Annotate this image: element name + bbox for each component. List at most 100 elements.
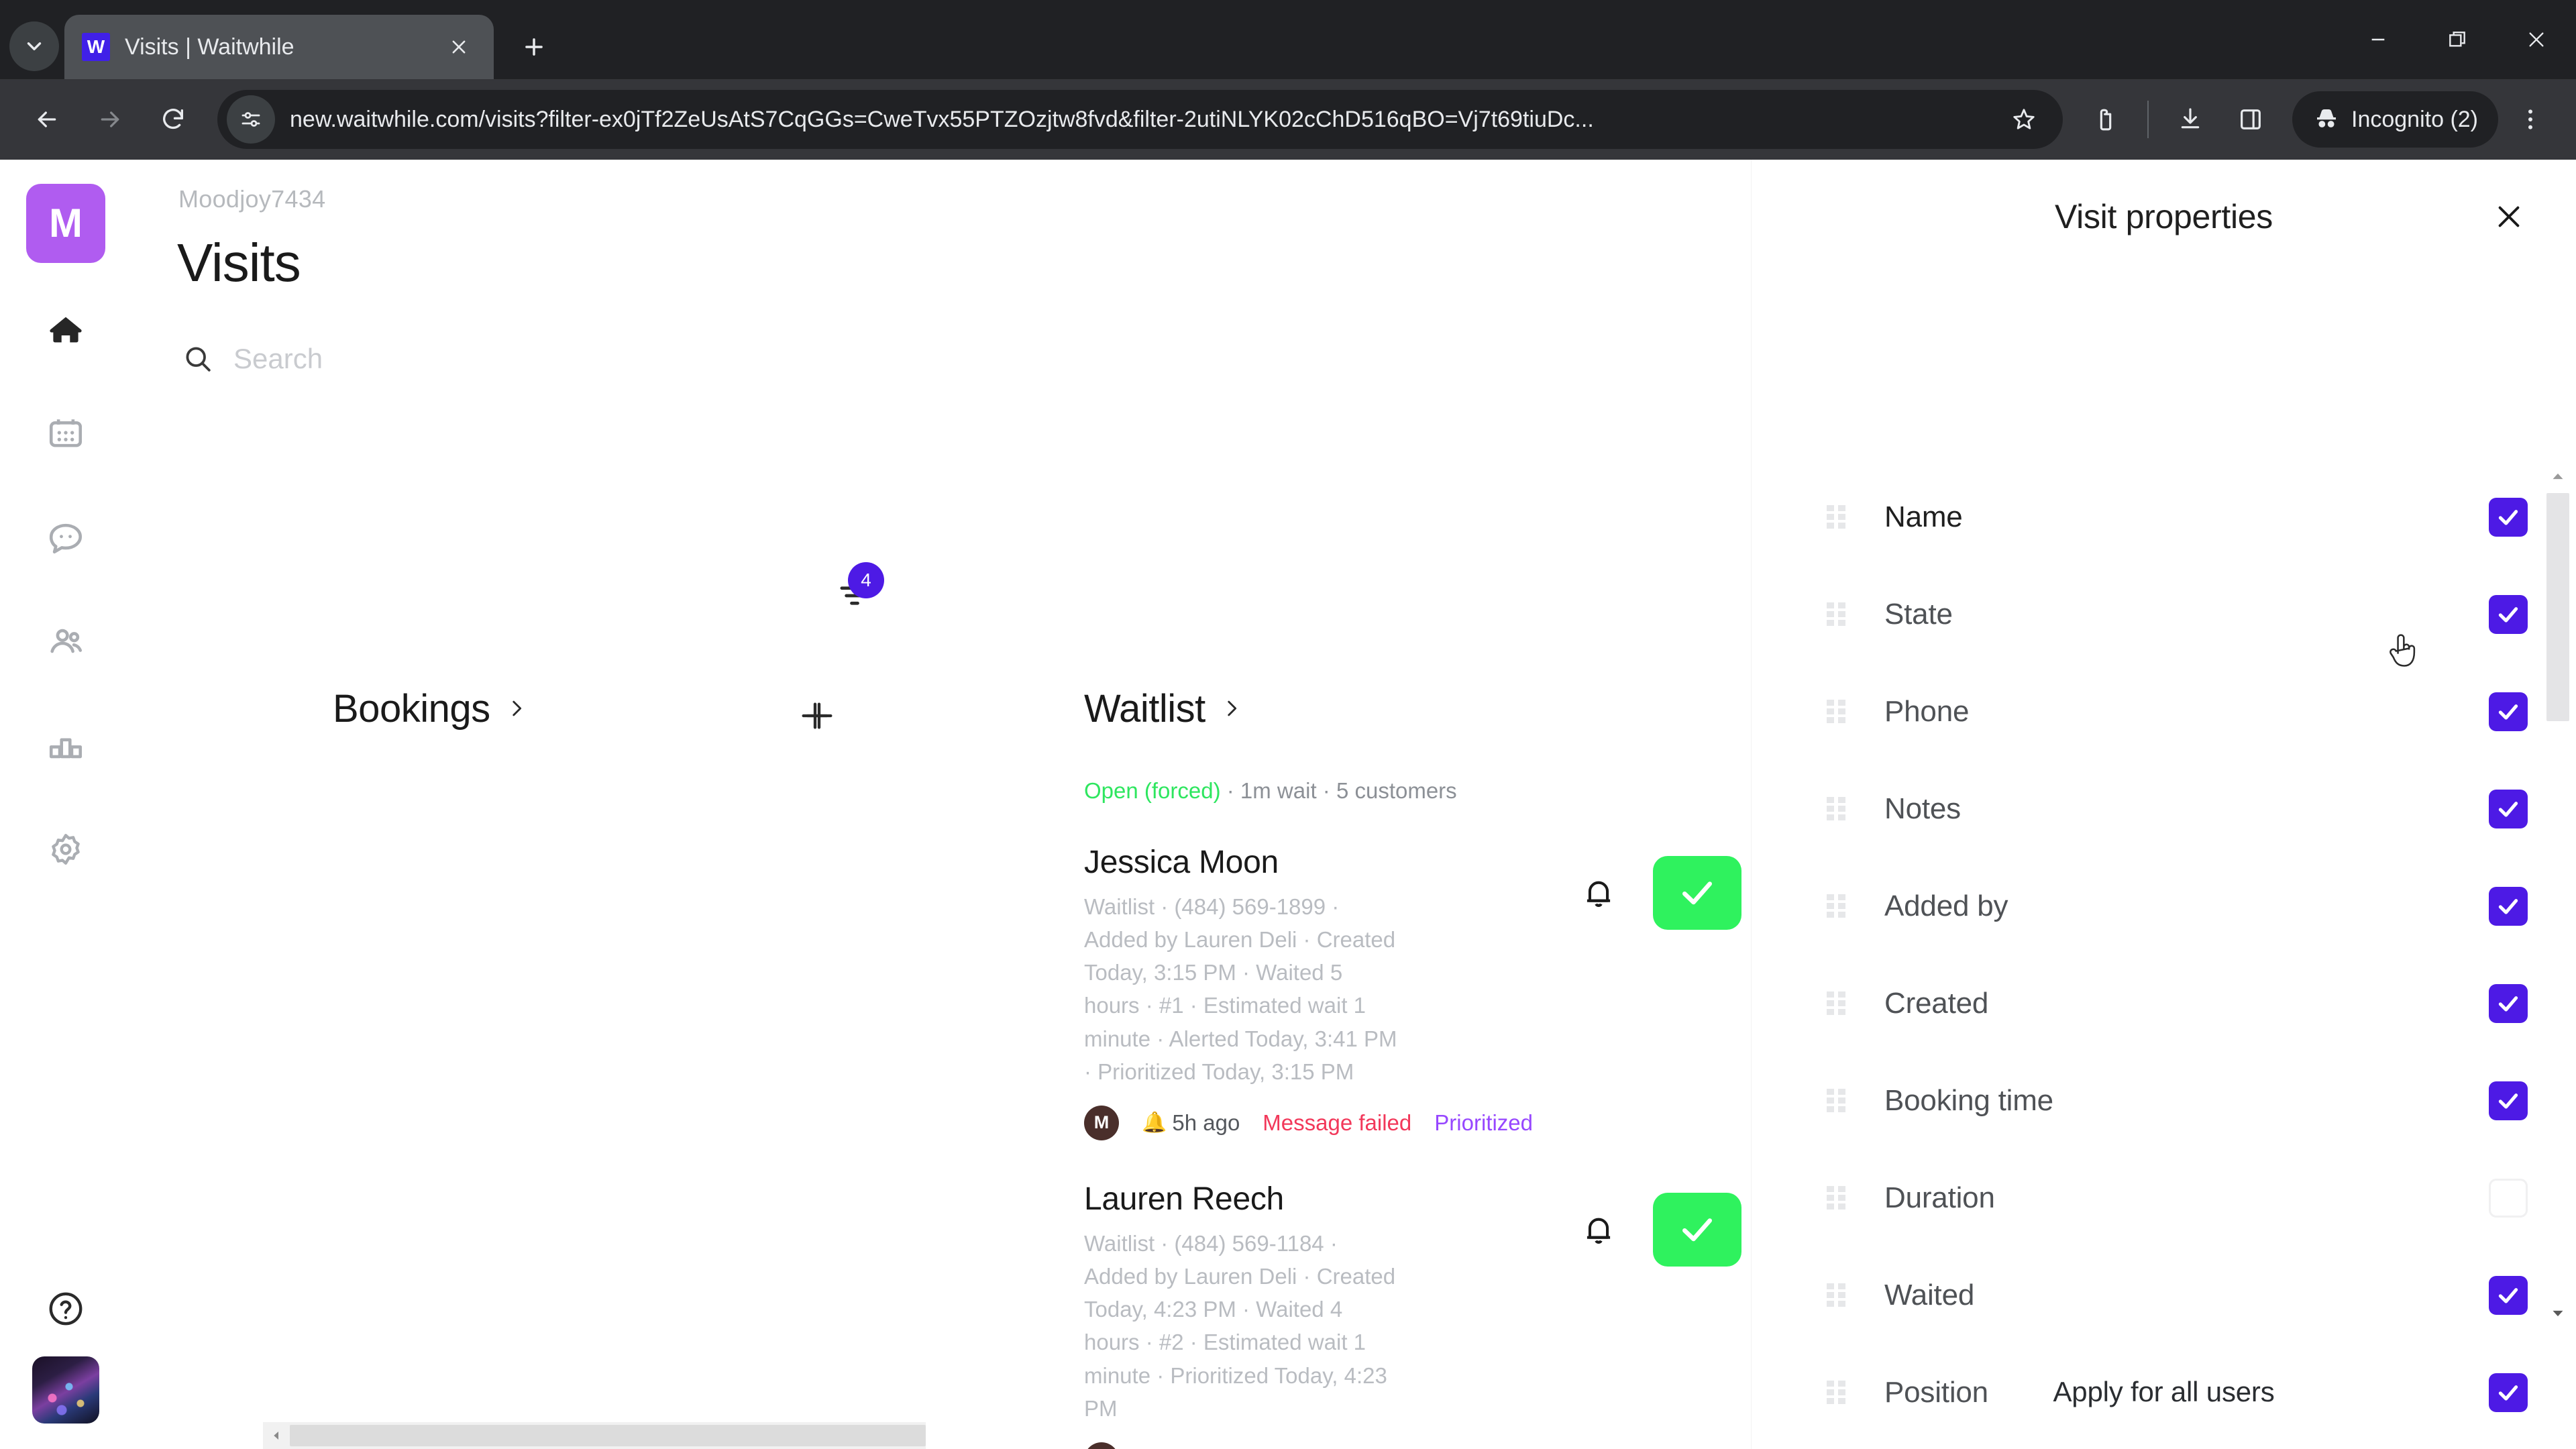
property-checkbox[interactable] xyxy=(2489,886,2528,926)
site-settings-button[interactable] xyxy=(227,95,275,144)
property-checkbox[interactable] xyxy=(2489,692,2528,731)
waitlist-title-link[interactable]: Waitlist xyxy=(1084,686,1243,731)
scroll-left-button[interactable] xyxy=(263,1422,290,1449)
address-bar[interactable]: new.waitwhile.com/visits?filter-ex0jTf2Z… xyxy=(217,90,2063,149)
drag-handle-icon[interactable] xyxy=(1827,505,1851,529)
drag-handle-icon[interactable] xyxy=(1827,991,1851,1015)
tab-close-button[interactable] xyxy=(441,30,476,64)
panel-footer: Apply for all users xyxy=(1752,1335,2576,1449)
panel-close-button[interactable] xyxy=(2483,191,2534,242)
property-row[interactable]: State xyxy=(1827,566,2536,663)
browser-tab[interactable]: W Visits | Waitwhile xyxy=(64,15,494,79)
sidebar-item-help[interactable] xyxy=(40,1283,92,1335)
check-icon xyxy=(2498,1093,2518,1109)
check-icon xyxy=(2498,996,2518,1012)
back-button[interactable] xyxy=(17,90,76,149)
workspace-logo[interactable]: M xyxy=(26,184,105,263)
tab-strip: W Visits | Waitwhile xyxy=(0,0,2576,79)
property-label: Created xyxy=(1884,986,1989,1020)
property-checkbox[interactable] xyxy=(2489,1275,2528,1315)
sidebar-item-analytics[interactable] xyxy=(29,708,103,782)
main-content: Moodjoy7434 Visits 4 Bookings xyxy=(131,160,1751,1449)
sidebar-item-customers[interactable] xyxy=(29,604,103,678)
scroll-up-button[interactable] xyxy=(2546,465,2569,488)
property-row[interactable]: Notes xyxy=(1827,760,2536,857)
arrow-right-icon xyxy=(101,111,119,127)
sidebar-item-settings[interactable] xyxy=(29,812,103,886)
horizontal-scrollbar[interactable] xyxy=(263,1422,926,1449)
side-panel-icon xyxy=(2241,109,2261,129)
property-checkbox[interactable] xyxy=(2489,497,2528,537)
panel-scrollbar[interactable] xyxy=(2546,465,2569,1325)
drag-handle-icon[interactable] xyxy=(1827,894,1851,918)
search-input[interactable] xyxy=(233,343,649,375)
app-sidebar: M xyxy=(0,160,131,1449)
check-icon xyxy=(2498,801,2518,817)
minimize-button[interactable] xyxy=(2339,0,2418,79)
notify-button[interactable] xyxy=(1570,1201,1627,1258)
user-avatar[interactable] xyxy=(32,1356,99,1424)
drag-handle-icon[interactable] xyxy=(1827,1089,1851,1112)
notify-button[interactable] xyxy=(1570,864,1627,922)
downloads-button[interactable] xyxy=(2162,91,2218,148)
apply-for-all-users-button[interactable]: Apply for all users xyxy=(2053,1376,2274,1408)
bookmark-button[interactable] xyxy=(2001,97,2047,142)
drag-handle-icon[interactable] xyxy=(1827,602,1851,626)
sidebar-item-calendar[interactable] xyxy=(29,396,103,470)
forward-button[interactable] xyxy=(80,90,140,149)
property-checkbox[interactable] xyxy=(2489,1178,2528,1218)
add-waitlist-button[interactable] xyxy=(792,692,839,739)
panel-scroll-track[interactable] xyxy=(2546,488,2569,1302)
gear-icon xyxy=(52,834,80,865)
bookings-header: Bookings xyxy=(333,676,957,741)
incognito-icon xyxy=(2317,109,2336,127)
serve-visit-button[interactable] xyxy=(1653,1192,1741,1267)
scroll-thumb[interactable] xyxy=(290,1425,926,1446)
favicon-letter: W xyxy=(87,36,105,57)
property-row[interactable]: Name xyxy=(1827,468,2536,566)
people-icon xyxy=(50,629,83,653)
sidebar-item-messages[interactable] xyxy=(29,500,103,574)
property-row[interactable]: Waited xyxy=(1827,1246,2536,1344)
property-row[interactable]: Booking time xyxy=(1827,1052,2536,1149)
drag-handle-icon[interactable] xyxy=(1827,1186,1851,1210)
property-checkbox[interactable] xyxy=(2489,1081,2528,1120)
panel-scroll-thumb[interactable] xyxy=(2546,493,2569,721)
drag-handle-icon[interactable] xyxy=(1827,700,1851,723)
properties-list: Name State Phone Notes Added by Created Bookin… xyxy=(1752,468,2576,1412)
incognito-profile-button[interactable]: Incognito (2) xyxy=(2292,91,2498,148)
side-panel-button[interactable] xyxy=(2222,91,2279,148)
drag-handle-icon[interactable] xyxy=(1827,797,1851,820)
visit-card[interactable]: Jessica Moon Waitlist · (484) 569-1899 ·… xyxy=(1084,844,1741,1140)
waitlist-title: Waitlist xyxy=(1084,686,1205,731)
scroll-track[interactable] xyxy=(290,1422,926,1449)
extensions-button[interactable] xyxy=(2078,91,2134,148)
chevron-right-icon xyxy=(1220,693,1243,724)
arrow-left-icon xyxy=(38,111,56,127)
property-row[interactable]: Duration xyxy=(1827,1149,2536,1246)
analytics-icon xyxy=(49,738,83,759)
panel-header: Visit properties xyxy=(1752,160,2576,274)
property-checkbox[interactable] xyxy=(2489,789,2528,828)
visit-card[interactable]: Lauren Reech Waitlist · (484) 569-1184 ·… xyxy=(1084,1181,1741,1449)
tab-search-button[interactable] xyxy=(9,21,59,71)
property-row[interactable]: Added by xyxy=(1827,857,2536,955)
last-activity: 🔔 5h ago xyxy=(1142,1110,1240,1136)
bookings-title-link[interactable]: Bookings xyxy=(333,686,528,731)
chrome-menu-button[interactable] xyxy=(2502,91,2559,148)
page-title: Visits xyxy=(177,233,301,292)
reload-button[interactable] xyxy=(144,90,203,149)
property-checkbox[interactable] xyxy=(2489,983,2528,1023)
new-tab-button[interactable] xyxy=(507,20,561,74)
serve-visit-button[interactable] xyxy=(1653,856,1741,930)
drag-handle-icon[interactable] xyxy=(1827,1283,1851,1307)
scroll-down-button[interactable] xyxy=(2546,1302,2569,1325)
property-row[interactable]: Created xyxy=(1827,955,2536,1052)
maximize-button[interactable] xyxy=(2418,0,2497,79)
panel-title: Visit properties xyxy=(2055,198,2273,235)
property-row[interactable]: Phone xyxy=(1827,663,2536,760)
close-window-button[interactable] xyxy=(2497,0,2576,79)
property-checkbox[interactable] xyxy=(2489,594,2528,634)
sidebar-item-home[interactable] xyxy=(29,292,103,366)
property-label: Notes xyxy=(1884,792,1961,825)
